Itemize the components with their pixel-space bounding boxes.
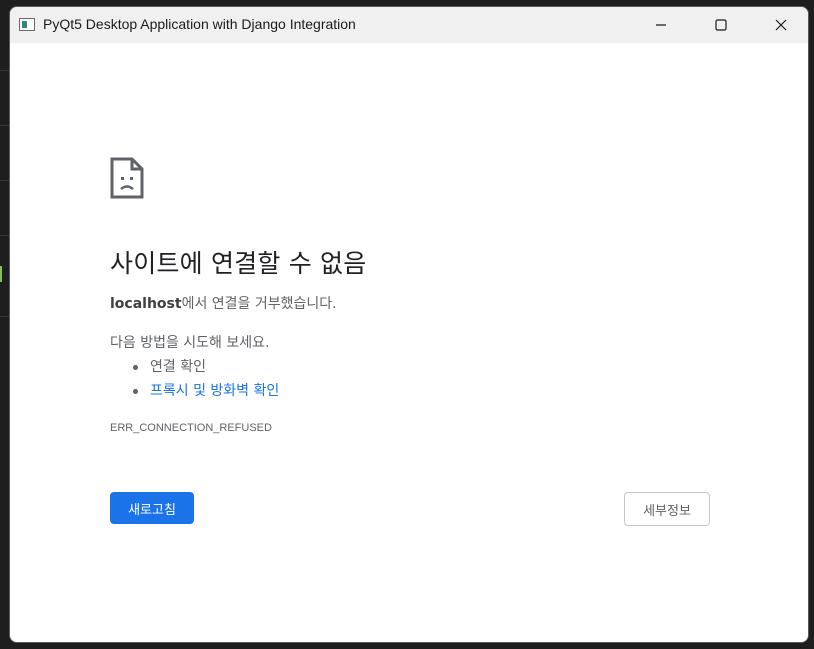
error-host-message: 에서 연결을 거부했습니다. — [181, 296, 337, 312]
close-button[interactable] — [758, 7, 804, 43]
bullet-icon — [133, 365, 138, 370]
list-item: 연결 확인 — [110, 355, 279, 379]
window-title: PyQt5 Desktop Application with Django In… — [43, 16, 356, 32]
reload-button[interactable]: 새로고침 — [110, 492, 194, 524]
close-icon — [775, 19, 787, 31]
sad-page-icon — [110, 157, 144, 199]
desktop-background: PyQt5 Desktop Application with Django In… — [0, 0, 814, 649]
minimize-icon — [656, 24, 666, 26]
details-button[interactable]: 세부정보 — [624, 492, 710, 526]
title-bar[interactable]: PyQt5 Desktop Application with Django In… — [10, 7, 808, 43]
error-page: 사이트에 연결할 수 없음 localhost에서 연결을 거부했습니다. 다음… — [10, 43, 808, 642]
desktop-code-fragment — [0, 266, 5, 282]
suggestions-label: 다음 방법을 시도해 보세요. — [110, 335, 270, 351]
error-heading: 사이트에 연결할 수 없음 — [110, 249, 367, 278]
error-host: localhost — [110, 296, 182, 312]
app-window-icon — [19, 18, 35, 31]
suggestion-check-connection: 연결 확인 — [150, 359, 206, 375]
suggestions-list: 연결 확인 프록시 및 방화벽 확인 — [110, 355, 279, 403]
suggestion-check-proxy-firewall-link[interactable]: 프록시 및 방화벽 확인 — [150, 383, 279, 399]
error-code: ERR_CONNECTION_REFUSED — [110, 422, 272, 434]
app-window: PyQt5 Desktop Application with Django In… — [9, 6, 809, 643]
error-description: localhost에서 연결을 거부했습니다. — [110, 293, 337, 313]
maximize-button[interactable] — [698, 7, 744, 43]
minimize-button[interactable] — [638, 7, 684, 43]
maximize-icon — [715, 19, 727, 31]
bullet-icon — [133, 389, 138, 394]
list-item: 프록시 및 방화벽 확인 — [110, 379, 279, 403]
